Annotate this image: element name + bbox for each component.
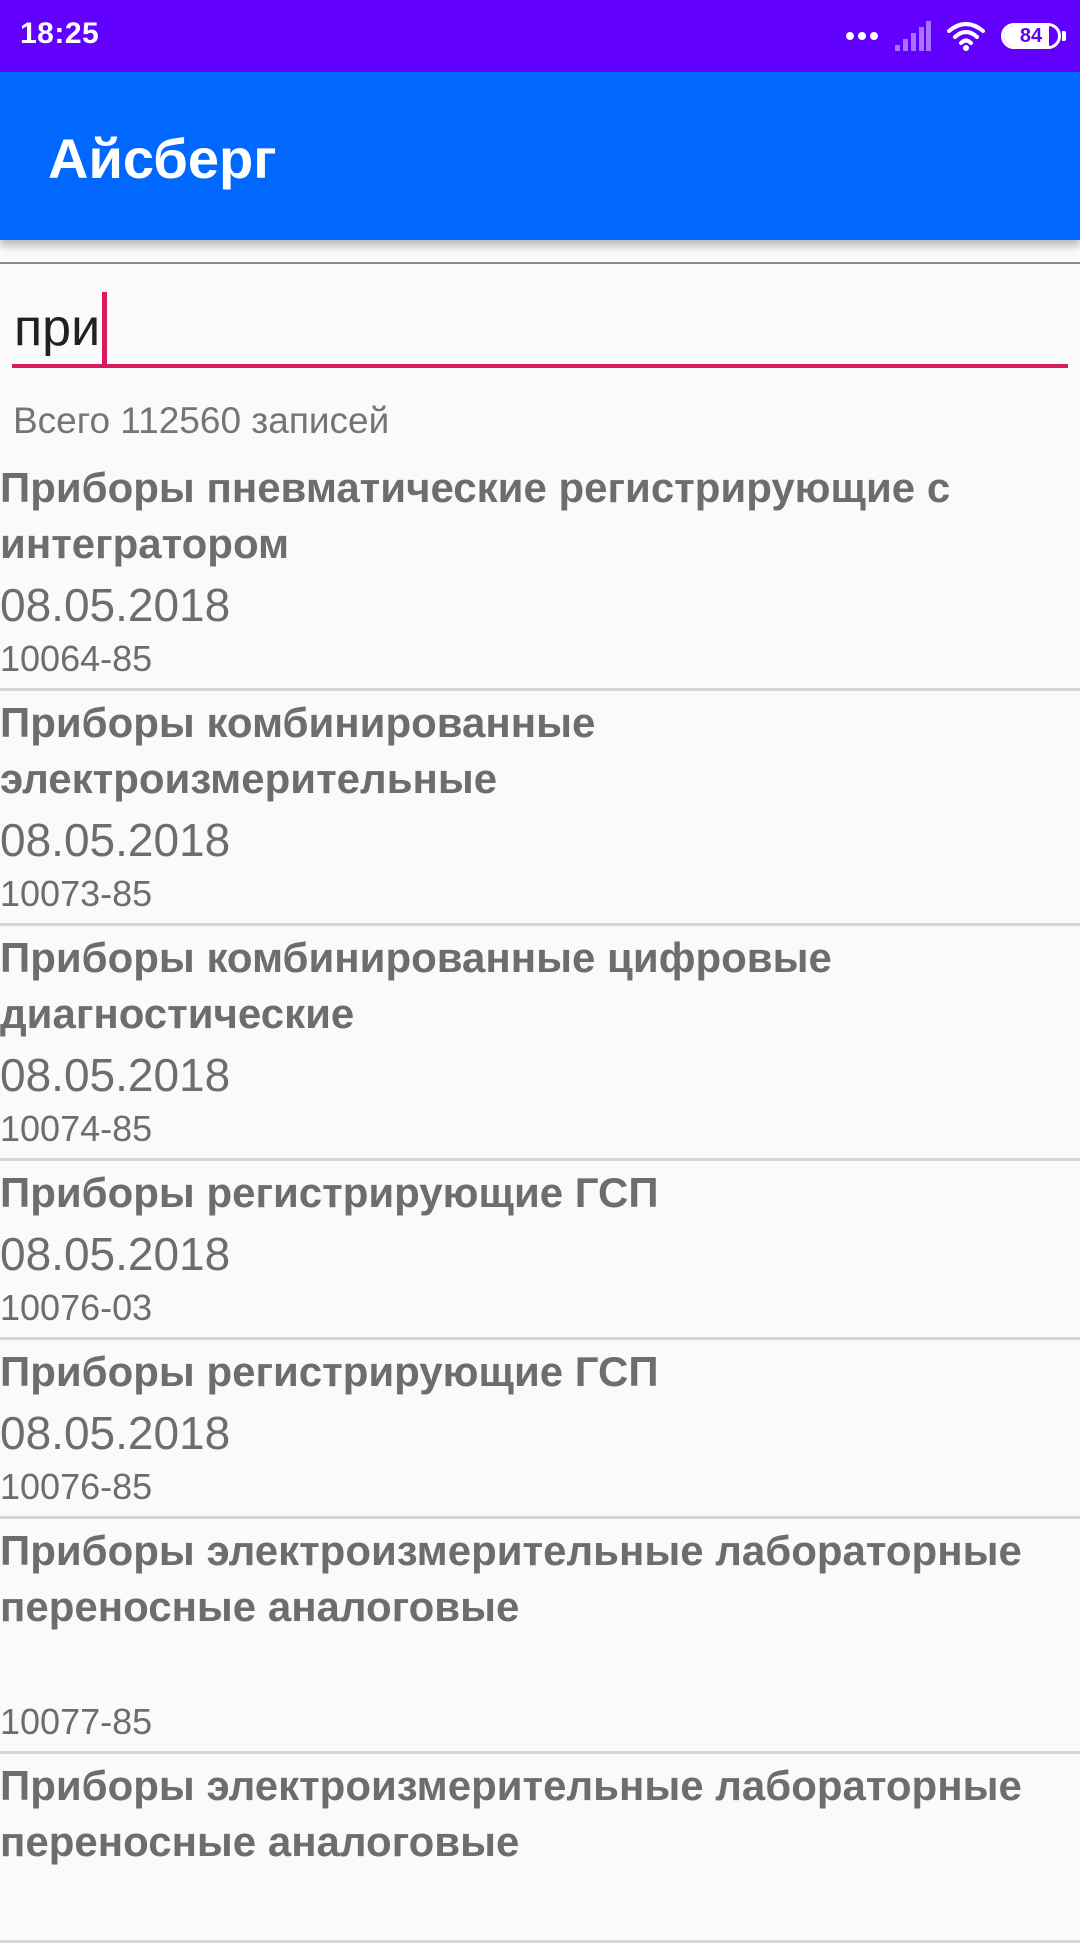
item-code: 10073-85 [0,873,153,914]
list-item[interactable]: Приборы электроизмерительные лабораторны… [0,1754,1080,1943]
item-code: 10076-85 [0,1466,153,1507]
search-field[interactable]: при [12,272,1068,372]
item-code: 10076-03 [0,1287,153,1328]
item-date [0,1872,1080,1934]
divider [0,262,1080,264]
total-count: Всего 112560 записей [13,400,390,441]
status-time: 18:25 [20,17,100,50]
list-item[interactable]: Приборы регистрирующие ГСП 08.05.2018 10… [0,1161,1080,1340]
list-item[interactable]: Приборы электроизмерительные лабораторны… [0,1519,1080,1754]
app-title: Айсберг [48,127,277,190]
item-title: Приборы электроизмерительные лабораторны… [0,1762,1022,1865]
item-code [0,1934,1080,1940]
status-bar: 18:25 84 [0,0,1080,72]
item-date: 08.05.2018 [0,1049,231,1101]
item-code: 10077-85 [0,1701,153,1742]
list-item[interactable]: Приборы комбинированные цифровые диагнос… [0,926,1080,1161]
search-input[interactable]: при [14,292,108,364]
item-code: 10074-85 [0,1108,153,1149]
battery-icon: 84 [1001,23,1066,49]
signal-icon [895,21,931,51]
more-dots-icon [845,30,879,42]
item-date: 08.05.2018 [0,579,231,631]
search-underline [12,364,1068,368]
item-date: 08.05.2018 [0,1228,231,1280]
item-date [0,1637,1080,1699]
list-item[interactable]: Приборы пневматические регистрирующие с … [0,456,1080,691]
wifi-icon [947,21,985,51]
text-cursor [102,292,108,364]
item-title: Приборы комбинированные электроизмерител… [0,699,596,802]
list-item[interactable]: Приборы комбинированные электроизмерител… [0,691,1080,926]
item-title: Приборы пневматические регистрирующие с … [0,464,951,567]
item-title: Приборы электроизмерительные лабораторны… [0,1527,1022,1630]
status-icons: 84 [845,16,1066,56]
battery-level: 84 [1019,24,1043,47]
item-title: Приборы регистрирующие ГСП [0,1348,659,1395]
search-input-text: при [14,299,101,357]
item-code: 10064-85 [0,638,153,679]
app-bar: Айсберг [0,72,1080,240]
item-title: Приборы комбинированные цифровые диагнос… [0,934,832,1037]
item-date: 08.05.2018 [0,1407,231,1459]
list-item[interactable]: Приборы регистрирующие ГСП 08.05.2018 10… [0,1340,1080,1519]
results-list[interactable]: Приборы пневматические регистрирующие с … [0,456,1080,1943]
item-title: Приборы регистрирующие ГСП [0,1169,659,1216]
item-date: 08.05.2018 [0,814,231,866]
